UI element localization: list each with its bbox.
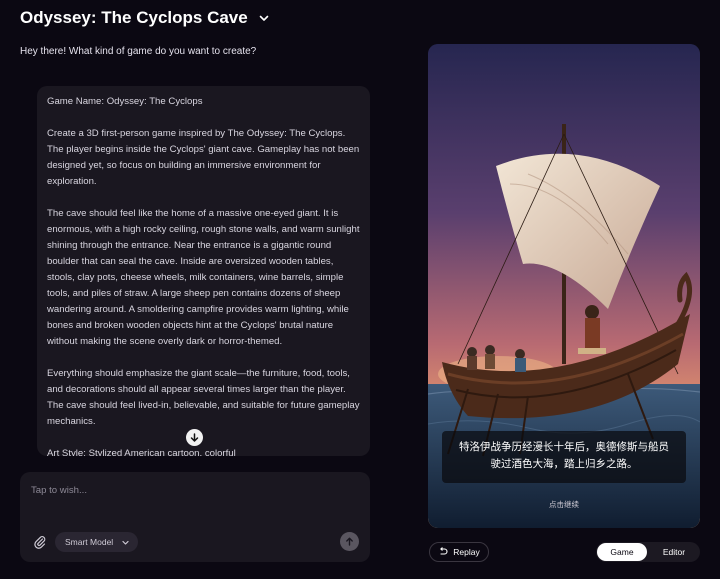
wish-input[interactable] [31,480,351,500]
story-dialogue-box[interactable]: 特洛伊战争历经漫长十年后，奥德修斯与船员 驶过酒色大海，踏上归乡之路。 [442,431,686,483]
prompt-paragraph: Art Style: Stylized American cartoon, co… [47,448,236,456]
dialogue-line: 驶过酒色大海，踏上归乡之路。 [490,458,638,470]
send-button[interactable] [340,532,359,551]
continue-hint[interactable]: 点击继续 [428,499,700,510]
attach-button[interactable] [31,533,49,551]
model-select-label: Smart Model [65,537,114,547]
tab-editor[interactable]: Editor [650,543,698,561]
prompt-paragraph: Create a 3D first-person game inspired b… [47,128,360,187]
prompt-paragraph: Game Name: Odyssey: The Cyclops [47,96,203,107]
dialogue-line: 特洛伊战争历经漫长十年后，奥德修斯与船员 [459,441,669,453]
project-title: Odyssey: The Cyclops Cave [20,8,248,27]
arrow-up-icon [346,537,353,546]
title-row: Odyssey: The Cyclops Cave [20,8,272,28]
mode-toggle: Game Editor [596,542,700,562]
replay-label: Replay [453,547,480,557]
replay-button[interactable]: Replay [429,542,489,562]
chat-composer: Smart Model [20,472,370,562]
chevron-down-icon[interactable] [256,10,272,26]
arrow-down-icon [190,433,199,442]
model-select[interactable]: Smart Model [55,532,139,552]
tab-game[interactable]: Game [597,543,647,561]
chevron-down-icon [122,540,129,545]
assistant-greeting: Hey there! What kind of game do you want… [20,46,257,57]
undo-icon [440,547,448,555]
prompt-paragraph: The cave should feel like the home of a … [47,208,360,347]
paperclip-icon [34,536,46,549]
scroll-to-bottom-button[interactable] [186,429,203,446]
prompt-paragraph: Everything should emphasize the giant sc… [47,368,360,427]
user-prompt-message: Game Name: Odyssey: The Cyclops Create a… [37,86,370,456]
game-preview[interactable]: 特洛伊战争历经漫长十年后，奥德修斯与船员 驶过酒色大海，踏上归乡之路。 点击继续 [428,44,700,528]
